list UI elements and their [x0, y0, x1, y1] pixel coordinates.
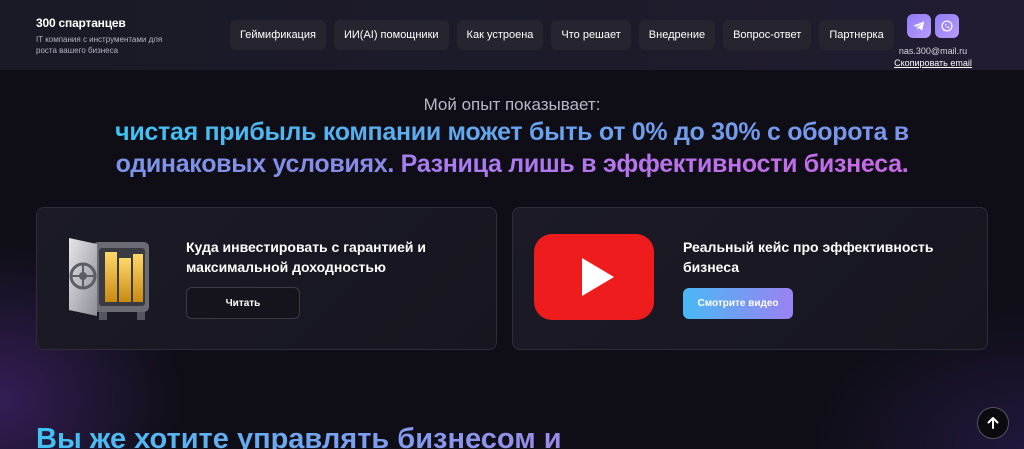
contacts: nas.300@mail.ru Скопировать email: [878, 14, 988, 68]
telegram-icon: [913, 21, 925, 31]
arrow-up-icon: [987, 417, 999, 429]
copy-email-link[interactable]: Скопировать email: [878, 58, 988, 68]
nav-item-faq[interactable]: Вопрос-ответ: [723, 20, 812, 50]
hero-eyebrow: Мой опыт показывает:: [423, 95, 601, 114]
whatsapp-icon: [941, 20, 953, 32]
case-video-card: Реальный кейс про эффективность бизнеса …: [512, 207, 988, 350]
scroll-top-button[interactable]: [977, 407, 1009, 439]
whatsapp-button[interactable]: [935, 14, 959, 38]
nav-item-implementation[interactable]: Внедрение: [638, 20, 716, 50]
nav-item-how-it-works[interactable]: Как устроена: [456, 20, 544, 50]
hero-headline: чистая прибыль компании может быть от 0%…: [70, 116, 954, 180]
brand[interactable]: 300 спартанцев IT компания с инструмента…: [36, 16, 166, 56]
read-button[interactable]: Читать: [186, 287, 300, 319]
contact-email[interactable]: nas.300@mail.ru: [878, 46, 988, 56]
messenger-buttons: [878, 14, 988, 38]
watch-video-button[interactable]: Смотрите видео: [683, 288, 793, 319]
nav-item-what-it-solves[interactable]: Что решает: [551, 20, 631, 50]
nav-item-ai-assistants[interactable]: ИИ(AI) помощники: [333, 20, 449, 50]
section-heading: Вы же хотите управлять бизнесом и: [36, 423, 562, 449]
hero-headline-part2: Разница лишь в эффективности бизнеса.: [400, 150, 909, 178]
main-nav: Геймификация ИИ(AI) помощники Как устрое…: [230, 20, 894, 50]
safe-icon: [69, 238, 149, 320]
telegram-button[interactable]: [907, 14, 931, 38]
site-header: 300 спартанцев IT компания с инструмента…: [0, 0, 1024, 70]
youtube-play-icon[interactable]: [534, 234, 654, 320]
brand-tagline: IT компания с инструментами для роста ва…: [36, 35, 163, 55]
page: 300 спартанцев IT компания с инструмента…: [0, 0, 1024, 449]
invest-card: Куда инвестировать с гарантией и максима…: [36, 207, 497, 350]
case-video-title: Реальный кейс про эффективность бизнеса: [683, 239, 934, 275]
nav-item-gamification[interactable]: Геймификация: [230, 20, 326, 50]
invest-card-title: Куда инвестировать с гарантией и максима…: [186, 239, 426, 275]
brand-name: 300 спартанцев: [36, 16, 126, 30]
